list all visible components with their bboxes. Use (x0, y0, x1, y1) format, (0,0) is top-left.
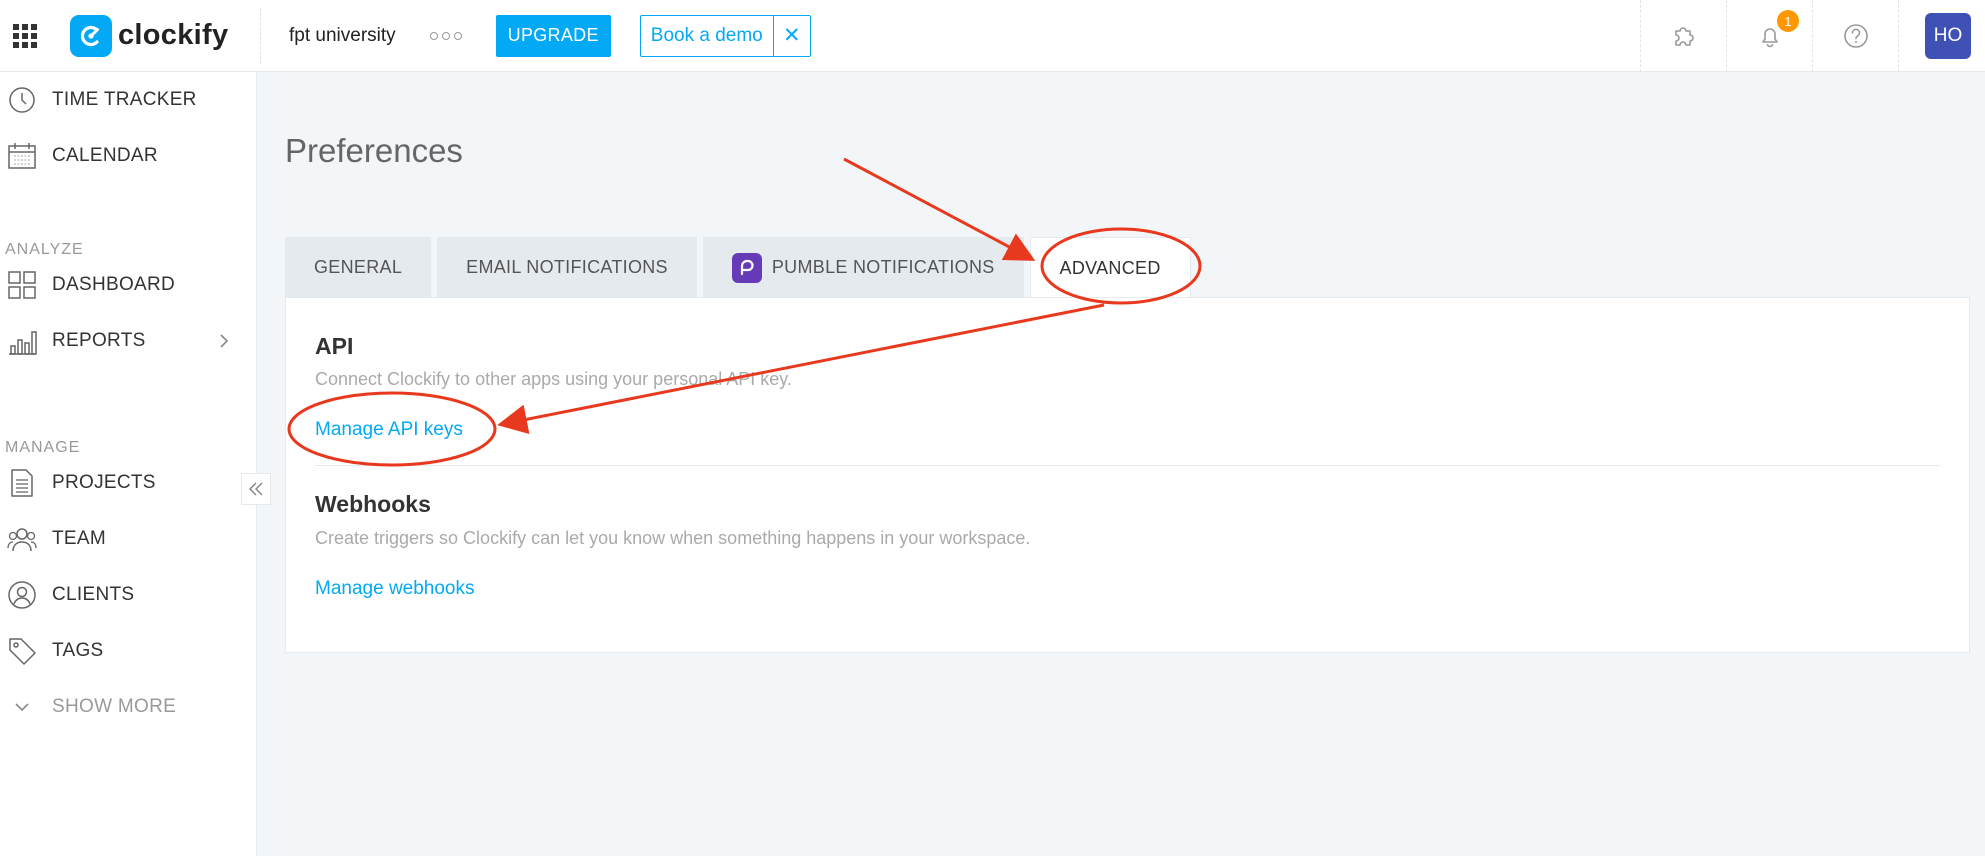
divider (260, 7, 261, 64)
sidebar-item-calendar[interactable]: CALENDAR (0, 128, 256, 184)
sidebar-show-more[interactable]: SHOW MORE (0, 679, 256, 735)
preferences-tabs: GENERAL EMAIL NOTIFICATIONS PUMBLE NOTIF… (285, 237, 1191, 298)
tab-label: PUMBLE NOTIFICATIONS (771, 257, 995, 277)
clock-icon (7, 85, 37, 115)
tab-label: GENERAL (314, 257, 403, 277)
puzzle-icon (1674, 27, 1694, 46)
pumble-logo-icon (731, 252, 762, 283)
close-icon[interactable]: ✕ (774, 16, 810, 56)
workspace-name[interactable]: fpt university (289, 25, 396, 47)
workspace-menu-icon[interactable] (429, 31, 462, 40)
tag-icon (7, 636, 37, 666)
clients-icon (7, 580, 37, 610)
sidebar-item-label: CLIENTS (52, 584, 135, 605)
section-divider (315, 465, 1940, 466)
sidebar-item-label: PROJECTS (52, 472, 156, 493)
tab-email-notifications[interactable]: EMAIL NOTIFICATIONS (437, 237, 697, 298)
apps-grid-icon (13, 23, 37, 48)
double-chevron-left-icon (248, 482, 263, 496)
apps-menu-button[interactable] (2, 0, 48, 72)
api-section-description: Connect Clockify to other apps using you… (315, 369, 792, 389)
top-bar: clockify fpt university UPGRADE Book a d… (0, 0, 1985, 72)
page-title: Preferences (285, 132, 463, 169)
team-icon (7, 524, 37, 554)
book-demo-button[interactable]: Book a demo (641, 15, 774, 56)
sidebar-item-clients[interactable]: CLIENTS (0, 567, 256, 623)
clockify-logo[interactable]: clockify (70, 14, 260, 57)
sidebar-item-dashboard[interactable]: DASHBOARD (0, 257, 256, 313)
help-icon (1843, 24, 1868, 48)
notifications-button[interactable]: 1 (1726, 0, 1812, 72)
sidebar-item-label: DASHBOARD (52, 274, 176, 295)
upgrade-button[interactable]: UPGRADE (495, 14, 611, 57)
tab-general[interactable]: GENERAL (285, 237, 432, 298)
sidebar-item-label: SHOW MORE (52, 696, 177, 717)
logo-text: clockify (118, 19, 229, 51)
avatar[interactable]: HO (1925, 13, 1971, 59)
profile-area: HO (1898, 0, 1985, 72)
sidebar: TIME TRACKER CALENDAR ANALYZE DASHBOARD … (0, 72, 257, 856)
sidebar-item-label: TAGS (52, 640, 104, 661)
sidebar-item-label: REPORTS (52, 330, 146, 351)
advanced-settings-card: API Connect Clockify to other apps using… (285, 297, 1970, 653)
chevron-down-icon (7, 692, 37, 722)
sidebar-item-time-tracker[interactable]: TIME TRACKER (0, 72, 256, 128)
manage-api-keys-link[interactable]: Manage API keys (315, 419, 463, 441)
webhooks-section-description: Create triggers so Clockify can let you … (315, 528, 1031, 548)
clockify-logo-icon (70, 14, 112, 57)
top-right-actions: 1 HO (1640, 0, 1985, 72)
integrations-button[interactable] (1640, 0, 1726, 72)
help-button[interactable] (1812, 0, 1898, 72)
sidebar-item-label: TIME TRACKER (52, 89, 197, 110)
sidebar-item-tags[interactable]: TAGS (0, 623, 256, 679)
chevron-right-icon (220, 334, 229, 348)
sidebar-item-projects[interactable]: PROJECTS (0, 455, 256, 511)
collapse-sidebar-button[interactable] (241, 473, 271, 505)
manage-webhooks-link[interactable]: Manage webhooks (315, 578, 475, 600)
sidebar-item-label: CALENDAR (52, 145, 158, 166)
webhooks-section-title: Webhooks (315, 491, 431, 517)
api-section-title: API (315, 333, 354, 359)
sidebar-item-label: TEAM (52, 528, 106, 549)
tab-label: ADVANCED (1059, 257, 1161, 278)
notification-badge: 1 (1777, 10, 1799, 32)
book-demo-group: Book a demo ✕ (639, 14, 811, 57)
projects-icon (7, 468, 37, 498)
sidebar-item-team[interactable]: TEAM (0, 511, 256, 567)
tab-pumble-notifications[interactable]: PUMBLE NOTIFICATIONS (702, 237, 1024, 298)
dashboard-icon (7, 270, 37, 300)
sidebar-item-reports[interactable]: REPORTS (0, 313, 256, 369)
reports-icon (7, 326, 37, 356)
calendar-icon (7, 141, 37, 171)
tab-advanced[interactable]: ADVANCED (1029, 237, 1191, 298)
tab-label: EMAIL NOTIFICATIONS (466, 257, 668, 277)
